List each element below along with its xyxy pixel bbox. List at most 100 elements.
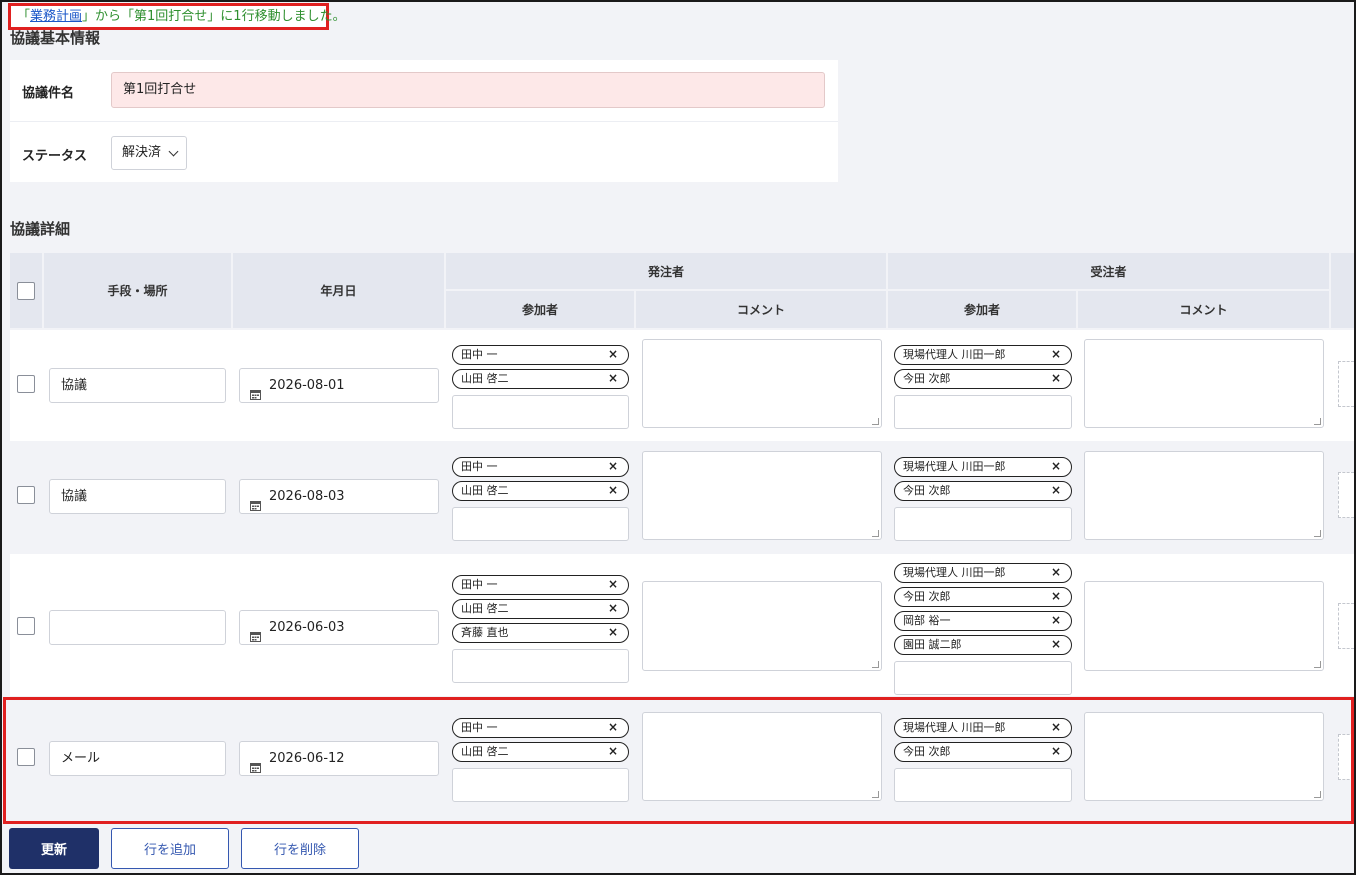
participant-name: 現場代理人 川田一郎 <box>903 348 1006 361</box>
contractor-comment-textarea[interactable] <box>1084 581 1324 671</box>
contractor-comment-textarea[interactable] <box>1084 339 1324 428</box>
participant-tag: 山田 啓二 × <box>452 742 629 762</box>
status-label: ステータス <box>22 149 88 164</box>
notice-suffix: 」から「第1回打合せ」に1行移動しました。 <box>82 9 346 24</box>
participant-name: 田中 一 <box>461 721 498 734</box>
remove-icon[interactable]: × <box>1051 346 1061 363</box>
detail-section-title: 協議詳細 <box>10 220 71 238</box>
header-orderer-comment: コメント <box>636 291 886 328</box>
contractor-participant-input[interactable] <box>894 507 1072 541</box>
basic-section-title: 協議基本情報 <box>10 29 101 47</box>
remove-icon[interactable]: × <box>608 482 618 499</box>
participant-tag: 現場代理人 川田一郎 × <box>894 345 1072 365</box>
remove-icon[interactable]: × <box>608 370 618 387</box>
add-row-button[interactable]: 行を追加 <box>111 828 229 869</box>
orderer-participant-input[interactable] <box>452 768 629 802</box>
status-select[interactable]: 解決済 <box>111 136 187 170</box>
remove-icon[interactable]: × <box>608 743 618 760</box>
orderer-comment-textarea[interactable] <box>642 451 882 540</box>
remove-icon[interactable]: × <box>608 600 618 617</box>
row-action-stub[interactable] <box>1338 472 1354 518</box>
calendar-icon <box>250 622 261 642</box>
remove-icon[interactable]: × <box>608 346 618 363</box>
method-input[interactable] <box>49 610 226 645</box>
participant-name: 山田 啓二 <box>461 372 509 385</box>
orderer-comment-textarea[interactable] <box>642 712 882 801</box>
move-notice: 「業務計画」から「第1回打合せ」に1行移動しました。 <box>8 3 346 30</box>
remove-icon[interactable]: × <box>1051 612 1061 629</box>
row-checkbox[interactable] <box>17 486 35 504</box>
update-button[interactable]: 更新 <box>9 828 99 869</box>
date-value: 2026-06-03 <box>269 620 345 635</box>
orderer-comment-textarea[interactable] <box>642 581 882 671</box>
participant-tag: 田中 一 × <box>452 345 629 365</box>
remove-icon[interactable]: × <box>608 719 618 736</box>
contractor-comment-textarea[interactable] <box>1084 451 1324 540</box>
remove-icon[interactable]: × <box>1051 370 1061 387</box>
remove-icon[interactable]: × <box>1051 482 1061 499</box>
select-all-checkbox[interactable] <box>17 281 35 300</box>
row-action-stub[interactable] <box>1338 734 1354 780</box>
participant-tag: 田中 一 × <box>452 457 629 477</box>
row-checkbox[interactable] <box>17 748 35 766</box>
name-row: 協議件名 第1回打合せ <box>10 60 838 121</box>
status-row: ステータス 解決済 <box>10 121 838 182</box>
contractor-participant-input[interactable] <box>894 661 1072 695</box>
participant-tag: 園田 誠二郎 × <box>894 635 1072 655</box>
orderer-comment-textarea[interactable] <box>642 339 882 428</box>
method-input[interactable]: 協議 <box>49 368 226 403</box>
calendar-icon <box>250 491 261 511</box>
participant-name: 現場代理人 川田一郎 <box>903 566 1006 579</box>
orderer-participant-input[interactable] <box>452 395 629 429</box>
header-orderer: 発注者 <box>446 253 886 289</box>
participant-tag: 山田 啓二 × <box>452 481 629 501</box>
orderer-participant-input[interactable] <box>452 649 629 683</box>
participant-tag: 現場代理人 川田一郎 × <box>894 457 1072 477</box>
method-input[interactable]: 協議 <box>49 479 226 514</box>
participant-tag: 今田 次郎 × <box>894 481 1072 501</box>
remove-icon[interactable]: × <box>1051 564 1061 581</box>
contractor-comment-textarea[interactable] <box>1084 712 1324 801</box>
remove-icon[interactable]: × <box>1051 636 1061 653</box>
remove-icon[interactable]: × <box>608 576 618 593</box>
date-input[interactable]: 2026-08-03 <box>239 479 439 514</box>
header-orderer-participants: 参加者 <box>446 291 634 328</box>
date-input[interactable]: 2026-08-01 <box>239 368 439 403</box>
participant-name: 今田 次郎 <box>903 590 951 603</box>
participant-name: 田中 一 <box>461 348 498 361</box>
header-contractor: 受注者 <box>888 253 1329 289</box>
remove-icon[interactable]: × <box>1051 588 1061 605</box>
status-value: 解決済 <box>122 145 162 160</box>
calendar-icon <box>250 380 261 400</box>
name-input[interactable]: 第1回打合せ <box>111 72 825 108</box>
remove-icon[interactable]: × <box>1051 719 1061 736</box>
row-checkbox[interactable] <box>17 617 35 635</box>
header-contractor-participants: 参加者 <box>888 291 1076 328</box>
header-extra <box>1331 253 1354 328</box>
contractor-participant-input[interactable] <box>894 395 1072 429</box>
row-action-stub[interactable] <box>1338 603 1354 649</box>
method-input[interactable]: メール <box>49 741 226 776</box>
date-input[interactable]: 2026-06-03 <box>239 610 439 645</box>
participant-tag: 山田 啓二 × <box>452 369 629 389</box>
remove-icon[interactable]: × <box>1051 458 1061 475</box>
participant-name: 岡部 裕一 <box>903 614 951 627</box>
orderer-participant-input[interactable] <box>452 507 629 541</box>
notice-prefix: 「 <box>17 9 31 24</box>
row-checkbox[interactable] <box>17 375 35 393</box>
date-value: 2026-06-12 <box>269 751 345 766</box>
participant-tag: 今田 次郎 × <box>894 587 1072 607</box>
remove-icon[interactable]: × <box>608 458 618 475</box>
date-input[interactable]: 2026-06-12 <box>239 741 439 776</box>
remove-icon[interactable]: × <box>608 624 618 641</box>
delete-row-button[interactable]: 行を削除 <box>241 828 359 869</box>
participant-name: 山田 啓二 <box>461 602 509 615</box>
remove-icon[interactable]: × <box>1051 743 1061 760</box>
contractor-participant-input[interactable] <box>894 768 1072 802</box>
participant-tag: 斉藤 直也 × <box>452 623 629 643</box>
participant-name: 田中 一 <box>461 460 498 473</box>
participant-name: 今田 次郎 <box>903 484 951 497</box>
row-action-stub[interactable] <box>1338 361 1354 407</box>
participant-name: 現場代理人 川田一郎 <box>903 721 1006 734</box>
notice-link[interactable]: 業務計画 <box>30 9 82 24</box>
